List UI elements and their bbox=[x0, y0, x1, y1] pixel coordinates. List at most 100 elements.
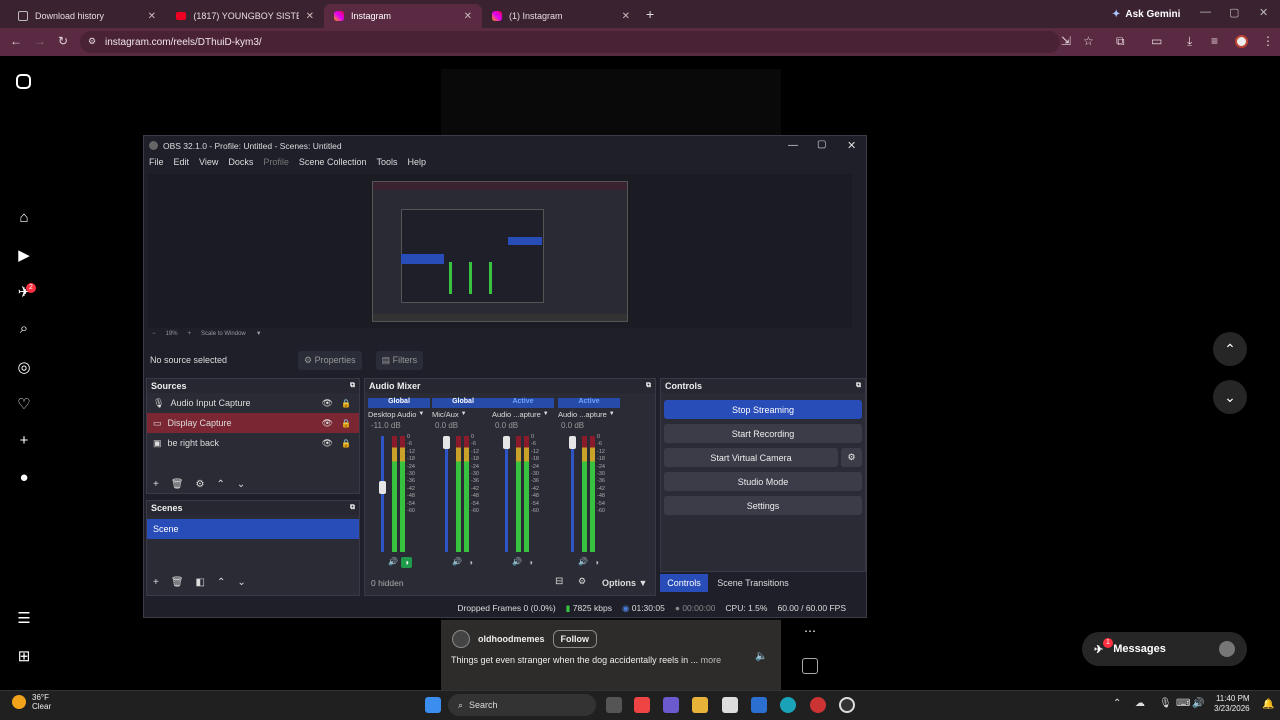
lock-icon[interactable]: 🔒 bbox=[341, 439, 351, 448]
home-icon[interactable]: ⌂ bbox=[15, 209, 33, 226]
site-info-icon[interactable]: ⚙ bbox=[88, 36, 96, 47]
mute-speaker-icon[interactable]: 🔊 bbox=[452, 557, 462, 566]
cloud-icon[interactable]: ☁ bbox=[1135, 698, 1145, 709]
lock-icon[interactable]: 🔒 bbox=[341, 399, 351, 408]
maximize-window-icon[interactable]: ▢ bbox=[817, 139, 826, 150]
install-app-icon[interactable]: ⇲ bbox=[1061, 34, 1071, 48]
virtual-camera-settings-button[interactable]: ⚙ bbox=[841, 448, 862, 467]
microphone-icon[interactable]: 🎙 bbox=[1159, 698, 1172, 709]
back-icon[interactable]: ← bbox=[10, 34, 22, 48]
search-icon[interactable]: ⌕ bbox=[15, 320, 33, 337]
channel-name-dropdown[interactable]: Mic/Aux ▼ bbox=[432, 408, 494, 420]
caption-more-link[interactable]: more bbox=[701, 655, 722, 665]
monitor-headphones-icon[interactable]: ◑ bbox=[591, 557, 602, 568]
visibility-eye-icon[interactable]: 👁 bbox=[322, 438, 333, 449]
tab-instagram-active[interactable]: Instagram ✕ bbox=[324, 4, 482, 28]
close-tab-icon[interactable]: ✕ bbox=[622, 11, 630, 22]
profile-icon[interactable]: ● bbox=[15, 469, 33, 486]
trash-icon[interactable]: 🗑 bbox=[171, 479, 184, 490]
visibility-eye-icon[interactable]: 👁 bbox=[322, 418, 333, 429]
menu-edit[interactable]: Edit bbox=[174, 157, 190, 173]
notifications-heart-icon[interactable]: ♡ bbox=[15, 395, 33, 413]
fader-knob[interactable] bbox=[569, 436, 576, 449]
tab-controls[interactable]: Controls bbox=[660, 574, 708, 592]
forward-icon[interactable]: → bbox=[34, 34, 46, 48]
reload-icon[interactable]: ↻ bbox=[58, 34, 68, 48]
close-window-icon[interactable]: ✕ bbox=[1259, 6, 1268, 19]
menu-help[interactable]: Help bbox=[407, 157, 426, 173]
new-tab-button[interactable]: + bbox=[646, 6, 654, 22]
tab-download-history[interactable]: Download history ✕ bbox=[8, 4, 166, 28]
monitor-headphones-icon[interactable]: ◑ bbox=[465, 557, 476, 568]
undock-icon[interactable]: ⧉ bbox=[646, 382, 651, 390]
filter-icon[interactable]: ◧ bbox=[196, 577, 205, 588]
edge-icon[interactable] bbox=[780, 697, 796, 713]
move-down-icon[interactable]: ⌄ bbox=[237, 479, 245, 490]
volume-fader[interactable] bbox=[571, 436, 574, 552]
volume-fader[interactable] bbox=[505, 436, 508, 552]
fader-knob[interactable] bbox=[503, 436, 510, 449]
zoom-out-icon[interactable]: − bbox=[152, 331, 156, 337]
system-tray-chevron-icon[interactable]: ⌃ bbox=[1113, 698, 1121, 709]
source-item-audio-input[interactable]: 🎙 Audio Input Capture 👁 🔒 bbox=[147, 393, 359, 413]
studio-mode-button[interactable]: Studio Mode bbox=[664, 472, 862, 491]
copilot-icon[interactable] bbox=[663, 697, 679, 713]
stop-streaming-button[interactable]: Stop Streaming bbox=[664, 400, 862, 419]
create-icon[interactable]: + bbox=[15, 432, 33, 449]
taskbar-search[interactable]: ⌕ Search bbox=[448, 694, 596, 716]
taskbar-clock[interactable]: 11:40 PM 3/23/2026 bbox=[1214, 694, 1250, 714]
minimize-window-icon[interactable]: — bbox=[1200, 6, 1211, 18]
more-options-icon[interactable]: ⋯ bbox=[804, 624, 816, 638]
task-view-icon[interactable] bbox=[606, 697, 622, 713]
filters-button[interactable]: ▤ Filters bbox=[375, 350, 424, 370]
weather-widget[interactable]: 36°F Clear bbox=[12, 693, 51, 711]
tab-instagram-2[interactable]: (1) Instagram ✕ bbox=[482, 4, 640, 28]
author-username[interactable]: oldhoodmemes bbox=[478, 634, 545, 644]
address-bar[interactable]: instagram.com/reels/DThuiD-kym3/ bbox=[80, 31, 1060, 53]
properties-button[interactable]: ⚙ Properties bbox=[298, 350, 362, 370]
file-explorer-icon[interactable] bbox=[692, 697, 708, 713]
monitor-headphones-icon[interactable]: ◑ bbox=[525, 557, 536, 568]
move-up-icon[interactable]: ⌃ bbox=[217, 577, 225, 588]
trash-icon[interactable]: 🗑 bbox=[171, 577, 184, 588]
tab-scene-transitions[interactable]: Scene Transitions bbox=[712, 574, 794, 592]
reels-icon[interactable]: ▶ bbox=[15, 246, 33, 264]
explore-icon[interactable]: ◎ bbox=[15, 358, 33, 376]
split-view-icon[interactable]: ▭ bbox=[1151, 34, 1162, 48]
chrome-menu-icon[interactable]: ⋮ bbox=[1262, 34, 1274, 48]
channel-name-dropdown[interactable]: Audio ...apture ▼ bbox=[558, 408, 620, 420]
audio-thumbnail[interactable] bbox=[802, 658, 818, 674]
source-item-be-right-back[interactable]: ▣ be right back 👁 🔒 bbox=[147, 433, 359, 453]
extensions-icon[interactable]: ⧉ bbox=[1116, 34, 1125, 49]
more-menu-icon[interactable]: ☰ bbox=[15, 609, 33, 627]
tab-youtube[interactable]: (1817) YOUNGBOY SISTER - Yo ✕ bbox=[166, 4, 324, 28]
start-virtual-camera-button[interactable]: Start Virtual Camera bbox=[664, 448, 838, 467]
network-icon[interactable]: ⌨ bbox=[1176, 698, 1190, 709]
fader-knob[interactable] bbox=[443, 436, 450, 449]
profile-avatar[interactable] bbox=[1235, 35, 1248, 48]
follow-button[interactable]: Follow bbox=[552, 630, 598, 648]
undock-icon[interactable]: ⧉ bbox=[856, 382, 861, 390]
mute-icon[interactable]: 🔈 bbox=[755, 651, 767, 662]
maximize-window-icon[interactable]: ▢ bbox=[1229, 6, 1239, 19]
store-icon[interactable] bbox=[722, 697, 738, 713]
monitor-headphones-icon[interactable]: ◑ bbox=[401, 557, 412, 568]
volume-icon[interactable]: 🔊 bbox=[1192, 698, 1204, 709]
close-tab-icon[interactable]: ✕ bbox=[306, 11, 314, 22]
menu-scene-collection[interactable]: Scene Collection bbox=[299, 157, 367, 173]
visibility-eye-icon[interactable]: 👁 bbox=[322, 398, 333, 409]
menu-profile[interactable]: Profile bbox=[263, 157, 289, 173]
outlook-icon[interactable] bbox=[751, 697, 767, 713]
fader-knob[interactable] bbox=[379, 481, 386, 495]
menu-view[interactable]: View bbox=[199, 157, 218, 173]
mute-speaker-icon[interactable]: 🔊 bbox=[578, 557, 588, 566]
previous-reel-button[interactable]: ⌃ bbox=[1213, 332, 1247, 366]
channel-name-dropdown[interactable]: Audio ...apture ▼ bbox=[492, 408, 554, 420]
close-tab-icon[interactable]: ✕ bbox=[464, 11, 472, 22]
downloads-icon[interactable]: ⤓ bbox=[1187, 34, 1192, 49]
channel-name-dropdown[interactable]: Desktop Audio ▼ bbox=[368, 408, 430, 420]
next-reel-button[interactable]: ⌄ bbox=[1213, 380, 1247, 414]
start-recording-button[interactable]: Start Recording bbox=[664, 424, 862, 443]
also-from-meta-icon[interactable]: ⊞ bbox=[15, 647, 33, 665]
advanced-audio-icon[interactable]: ⚙ bbox=[578, 576, 586, 587]
